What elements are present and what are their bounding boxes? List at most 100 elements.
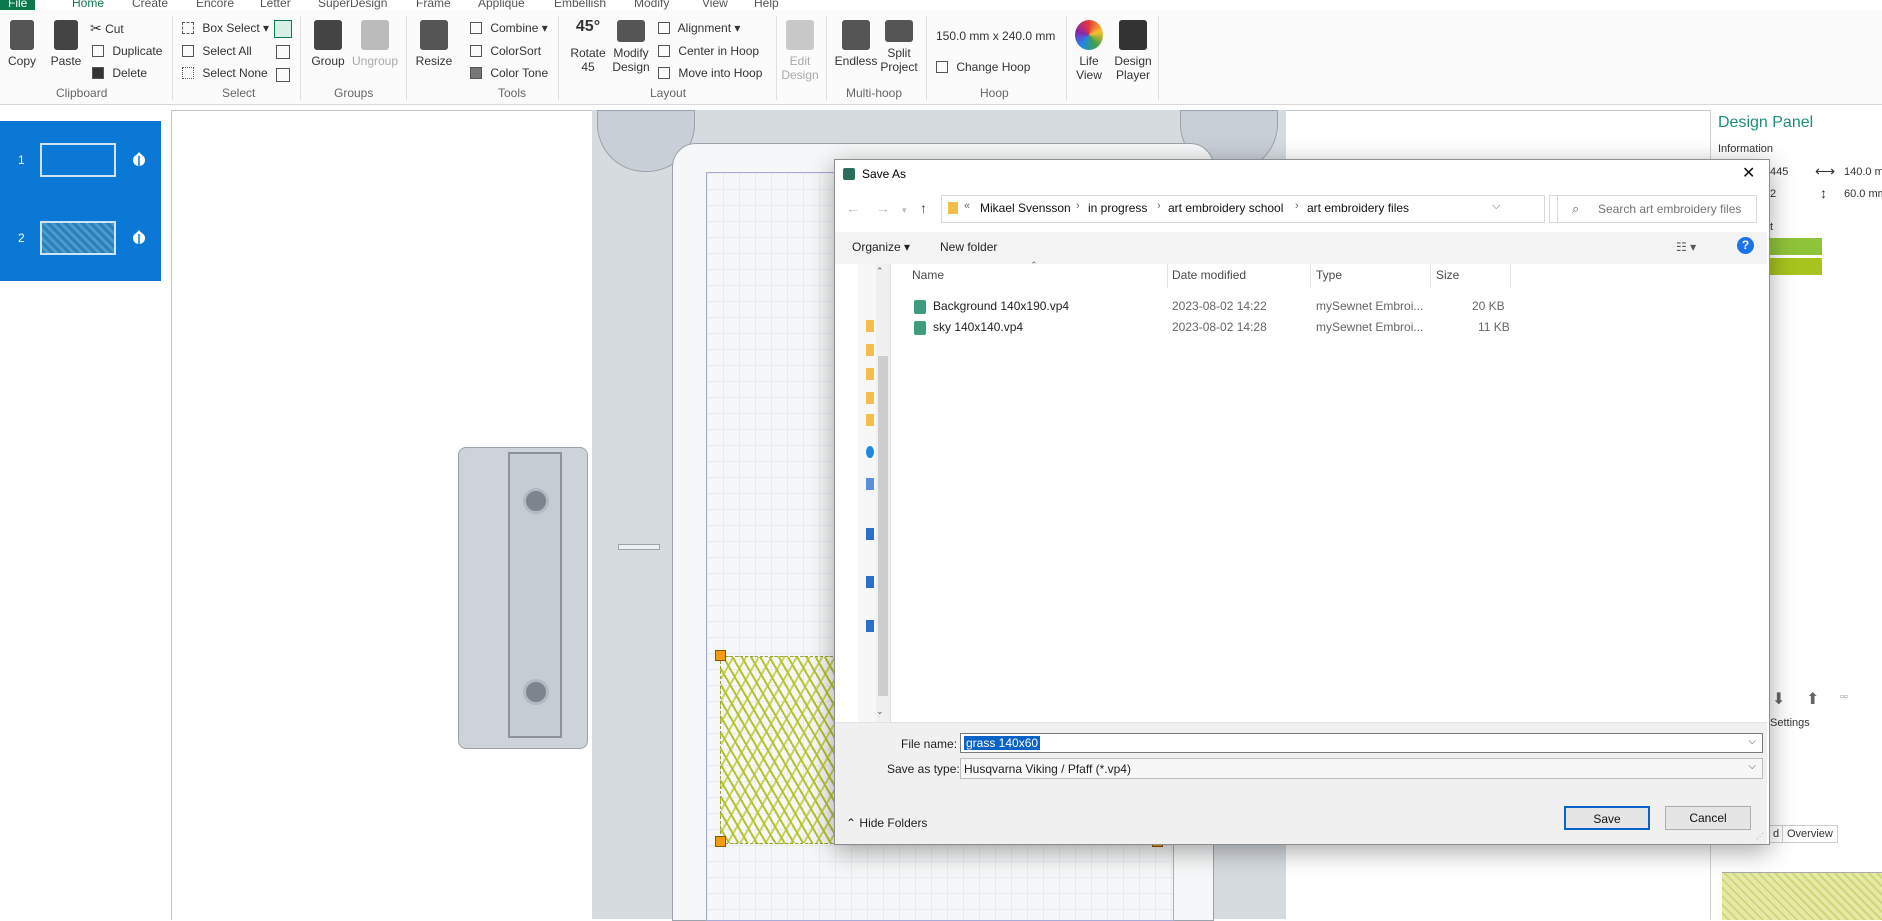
folder-icon: [948, 202, 958, 214]
split-project-button[interactable]: Split Project: [878, 20, 920, 74]
close-icon[interactable]: ✕: [1742, 163, 1755, 183]
column-header-type[interactable]: Type: [1316, 268, 1342, 282]
resize-button[interactable]: Resize: [414, 20, 454, 68]
column-header-name[interactable]: Name: [912, 268, 944, 282]
copy-button[interactable]: Copy: [6, 20, 38, 68]
arrow-up-icon[interactable]: ⬆: [1806, 689, 1819, 709]
scroll-down-icon[interactable]: ⌄: [876, 706, 884, 717]
tulip-icon[interactable]: [130, 228, 148, 246]
endless-button[interactable]: Endless: [834, 20, 878, 68]
back-icon[interactable]: ←: [846, 200, 860, 216]
save-button[interactable]: Save: [1564, 806, 1650, 830]
column-divider[interactable]: [1310, 264, 1311, 288]
breadcrumb-item[interactable]: in progress: [1088, 201, 1147, 215]
layers-icon[interactable]: ▫▫: [1840, 691, 1848, 703]
select-add-icon[interactable]: [276, 45, 290, 59]
column-divider[interactable]: [1510, 264, 1511, 288]
organize-button[interactable]: Organize ▾: [852, 240, 910, 254]
color-block[interactable]: [1764, 238, 1822, 255]
group-button[interactable]: Group: [310, 20, 346, 68]
resize-grip-icon[interactable]: ⋰: [1756, 832, 1764, 841]
rotate-45-button[interactable]: 45° Rotate 45: [568, 19, 608, 75]
tab-superdesign[interactable]: SuperDesign: [318, 0, 387, 10]
column-divider[interactable]: [1430, 264, 1431, 288]
tab-overview[interactable]: Overview: [1782, 825, 1838, 843]
tab-letter[interactable]: Letter: [260, 0, 291, 10]
resize-handle[interactable]: [715, 650, 726, 661]
breadcrumb-item[interactable]: art embroidery files: [1307, 201, 1409, 215]
delete-button[interactable]: Delete: [92, 65, 147, 81]
scrollbar-thumb[interactable]: [878, 356, 888, 696]
colorsort-button[interactable]: ColorSort: [470, 43, 541, 59]
ribbon-divider: [406, 16, 407, 100]
life-view-button[interactable]: Life View: [1070, 20, 1108, 82]
tab-file[interactable]: File: [0, 0, 36, 10]
hide-folders-button[interactable]: ⌃ Hide Folders: [846, 816, 927, 830]
ungroup-button[interactable]: Ungroup: [352, 20, 398, 68]
scroll-up-icon[interactable]: ⌃: [876, 266, 884, 277]
life-view-icon: [1075, 20, 1103, 50]
file-row[interactable]: sky 140x140.vp4 2023-08-02 14:28 mySewne…: [910, 317, 1510, 337]
up-icon[interactable]: ↑: [920, 200, 927, 216]
search-input[interactable]: [1596, 201, 1754, 217]
breadcrumb-item[interactable]: Mikael Svensson: [980, 201, 1071, 215]
column-header-size[interactable]: Size: [1436, 268, 1459, 282]
view-options-icon[interactable]: ☷ ▾: [1676, 240, 1696, 254]
box-select-icon: [182, 22, 194, 34]
combine-button[interactable]: Combine ▾: [470, 20, 548, 36]
select-remove-icon[interactable]: [276, 68, 290, 82]
tulip-icon[interactable]: [130, 150, 148, 168]
tab-frame[interactable]: Frame: [416, 0, 451, 10]
design-player-button[interactable]: Design Player: [1112, 20, 1154, 82]
edit-design-button[interactable]: Edit Design: [780, 20, 820, 82]
tab-modify[interactable]: Modify: [634, 0, 669, 10]
search-box[interactable]: ⌕: [1557, 195, 1757, 223]
box-select-button[interactable]: Box Select ▾: [182, 20, 269, 36]
recent-dropdown-icon[interactable]: ▾: [902, 205, 907, 216]
overflow-chevron-icon[interactable]: «: [964, 200, 970, 212]
alignment-button[interactable]: Alignment ▾: [658, 20, 740, 36]
column-divider[interactable]: [1167, 264, 1168, 288]
scissors-icon: ✂: [90, 20, 102, 36]
resize-handle[interactable]: [715, 836, 726, 847]
tab-applique[interactable]: Appliqué: [478, 0, 525, 10]
change-hoop-button[interactable]: Change Hoop: [936, 59, 1030, 75]
file-row[interactable]: Background 140x190.vp4 2023-08-02 14:22 …: [910, 296, 1510, 316]
forward-icon[interactable]: →: [876, 200, 890, 216]
chevron-up-icon: ⌃: [846, 816, 857, 830]
chevron-down-icon[interactable]: ⌵: [1748, 736, 1756, 747]
save-type-select[interactable]: Husqvarna Viking / Pfaff (*.vp4) ⌵: [960, 758, 1763, 779]
chevron-down-icon[interactable]: ⌵: [1492, 200, 1500, 213]
arrow-down-icon[interactable]: ⬇: [1772, 689, 1785, 709]
design-list-item[interactable]: 2: [0, 199, 161, 259]
help-icon[interactable]: ?: [1737, 237, 1754, 254]
breadcrumb-item[interactable]: art embroidery school: [1168, 201, 1283, 215]
select-all-button[interactable]: Select All: [182, 43, 252, 59]
tab-encore[interactable]: Encore: [196, 0, 234, 10]
tab-home[interactable]: Home: [72, 0, 104, 10]
tab-view[interactable]: View: [702, 0, 728, 10]
select-none-button[interactable]: Select None: [182, 65, 268, 81]
cancel-button[interactable]: Cancel: [1665, 806, 1751, 830]
select-mode-icon[interactable]: [274, 20, 292, 38]
duplicate-button[interactable]: Duplicate: [92, 43, 162, 59]
center-in-hoop-button[interactable]: Center in Hoop: [658, 43, 759, 59]
paste-icon: [54, 20, 78, 50]
design-list-item[interactable]: 1: [0, 121, 161, 181]
color-tone-button[interactable]: Color Tone: [470, 65, 548, 81]
column-header-date[interactable]: Date modified: [1172, 268, 1246, 282]
cut-button[interactable]: ✂ Cut: [90, 20, 124, 37]
folder-icon: [866, 392, 874, 404]
tab-create[interactable]: Create: [132, 0, 168, 10]
design-height: 60.0 mm: [1844, 188, 1882, 200]
tab-help[interactable]: Help: [754, 0, 779, 10]
paste-button[interactable]: Paste: [50, 20, 82, 68]
move-into-hoop-button[interactable]: Move into Hoop: [658, 65, 762, 81]
tab-embellish[interactable]: Embellish: [554, 0, 606, 10]
file-name-input[interactable]: grass 140x60 ⌵: [960, 733, 1763, 753]
new-folder-button[interactable]: New folder: [940, 240, 997, 254]
chevron-down-icon[interactable]: ⌵: [1748, 761, 1756, 772]
modify-design-button[interactable]: Modify Design: [610, 20, 652, 74]
color-block[interactable]: [1764, 258, 1822, 275]
file-size: 20 KB: [1472, 299, 1505, 313]
